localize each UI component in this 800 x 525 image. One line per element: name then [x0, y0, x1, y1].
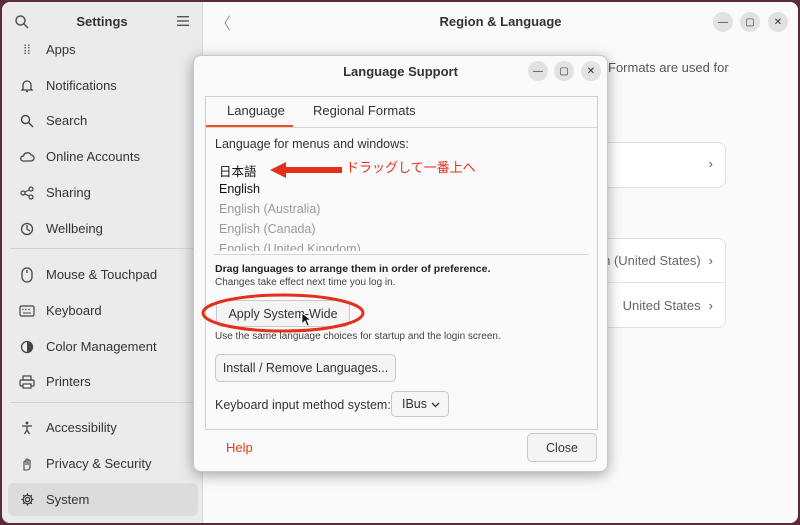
sidebar-item-system[interactable]: System — [8, 483, 198, 516]
sidebar-item-label: Search — [46, 113, 88, 128]
language-support-dialog: Language Support — ▢ ✕ Language Regional… — [193, 55, 608, 472]
sidebar-item-label: Mouse & Touchpad — [46, 267, 158, 282]
formats-row[interactable]: h (United States) › — [603, 253, 725, 268]
accessibility-icon — [18, 419, 36, 437]
search-icon — [18, 112, 36, 130]
language-list: 日本語 English English (Australia) English … — [206, 155, 597, 251]
input-method-value: IBus — [402, 397, 428, 411]
chevron-right-icon: › — [708, 156, 713, 171]
sidebar-item-notifications[interactable]: Notifications — [8, 69, 198, 102]
share-icon — [18, 184, 36, 202]
sidebar-item-label: Printers — [46, 374, 91, 389]
apply-system-wide-button[interactable]: Apply System-Wide — [216, 300, 350, 327]
close-icon: ✕ — [773, 16, 783, 28]
close-button[interactable]: Close — [527, 433, 597, 462]
bell-icon — [18, 77, 36, 95]
sidebar-item-label: Privacy & Security — [46, 456, 152, 471]
install-remove-languages-button[interactable]: Install / Remove Languages... — [215, 354, 396, 382]
minimize-icon: — — [533, 65, 543, 77]
wellbeing-icon — [18, 220, 36, 238]
region-row[interactable]: United States › — [603, 298, 725, 313]
tab-frame: Language Regional Formats Language for m… — [201, 96, 598, 430]
sidebar-item-label: Sharing — [46, 185, 91, 200]
tab-language[interactable]: Language — [227, 103, 285, 118]
language-item-english-uk[interactable]: English (United Kingdom) — [219, 242, 361, 251]
minimize-icon: — — [718, 16, 728, 28]
close-window-button[interactable]: ✕ — [768, 12, 788, 32]
sidebar-item-label: Keyboard — [46, 303, 102, 318]
region-value: United States — [622, 298, 701, 313]
language-item-english[interactable]: English — [219, 182, 260, 196]
menu-icon[interactable] — [176, 15, 190, 27]
sidebar-item-online-accounts[interactable]: Online Accounts — [8, 140, 198, 173]
printer-icon — [18, 373, 36, 391]
drag-note: Drag languages to arrange them in order … — [215, 263, 491, 275]
input-method-label: Keyboard input method system: — [215, 398, 391, 412]
mouse-icon — [18, 266, 36, 284]
page-title: Region & Language — [439, 14, 562, 29]
dialog-maximize-button[interactable]: ▢ — [554, 61, 574, 81]
menus-label: Language for menus and windows: — [215, 137, 409, 151]
sidebar-item-label: Notifications — [46, 78, 117, 93]
login-note: Changes take effect next time you log in… — [215, 277, 396, 288]
maximize-icon: ▢ — [745, 16, 755, 28]
sidebar-item-privacy-security[interactable]: Privacy & Security — [8, 447, 198, 480]
sidebar-item-label: Color Management — [46, 339, 157, 354]
sidebar-divider — [10, 402, 196, 403]
formats-description: Formats are used for — [608, 60, 729, 75]
chevron-right-icon: › — [708, 253, 713, 268]
sidebar-item-wellbeing[interactable]: Wellbeing — [8, 212, 198, 245]
dialog-close-button[interactable]: ✕ — [581, 61, 601, 81]
keyboard-icon — [18, 302, 36, 320]
apps-icon: ⁞⁞ — [23, 42, 31, 57]
sidebar: Settings ⁞⁞ Apps Notifications Search Onl… — [2, 2, 203, 523]
sidebar-item-label: Accessibility — [46, 420, 117, 435]
dialog-minimize-button[interactable]: — — [528, 61, 548, 81]
help-link[interactable]: Help — [226, 440, 253, 455]
sidebar-item-printers[interactable]: Printers — [8, 365, 198, 398]
sidebar-title: Settings — [76, 14, 128, 29]
input-method-select[interactable]: IBus — [391, 391, 449, 417]
row-divider — [603, 282, 725, 283]
color-icon — [18, 338, 36, 356]
language-item-japanese[interactable]: 日本語 — [219, 161, 257, 180]
sidebar-item-accessibility[interactable]: Accessibility — [8, 411, 198, 444]
hand-icon — [18, 455, 36, 473]
sidebar-item-label: Apps — [46, 42, 76, 57]
maximize-button[interactable]: ▢ — [740, 12, 760, 32]
cloud-icon — [18, 148, 36, 166]
list-divider — [214, 254, 589, 255]
annotation-text: ドラッグして一番上へ — [346, 160, 476, 175]
sidebar-item-search[interactable]: Search — [8, 104, 198, 137]
sidebar-item-color-management[interactable]: Color Management — [8, 330, 198, 363]
formats-value: h (United States) — [603, 253, 701, 268]
language-item-english-australia[interactable]: English (Australia) — [219, 202, 320, 216]
language-item-english-canada[interactable]: English (Canada) — [219, 222, 316, 236]
chevron-right-icon: › — [708, 298, 713, 313]
sidebar-item-mouse-touchpad[interactable]: Mouse & Touchpad — [8, 258, 198, 291]
sidebar-item-apps[interactable]: ⁞⁞ Apps — [8, 33, 198, 66]
chevron-down-icon — [431, 402, 440, 408]
startup-note: Use the same language choices for startu… — [215, 331, 501, 342]
sidebar-item-label: Online Accounts — [46, 149, 140, 164]
formats-card: h (United States) › United States › — [603, 238, 726, 328]
sidebar-divider — [10, 248, 196, 249]
mouse-cursor-icon — [301, 312, 311, 327]
tab-divider — [206, 127, 597, 128]
close-icon: ✕ — [586, 65, 596, 77]
arrow-left-icon — [270, 162, 342, 178]
sidebar-item-label: Wellbeing — [46, 221, 103, 236]
sidebar-item-keyboard[interactable]: Keyboard — [8, 294, 198, 327]
maximize-icon: ▢ — [559, 65, 569, 77]
sidebar-item-label: System — [46, 492, 90, 507]
tab-regional-formats[interactable]: Regional Formats — [313, 103, 416, 118]
minimize-button[interactable]: — — [713, 12, 733, 32]
gear-icon — [18, 491, 36, 509]
sidebar-item-sharing[interactable]: Sharing — [8, 176, 198, 209]
language-row-card[interactable]: › — [603, 142, 726, 188]
